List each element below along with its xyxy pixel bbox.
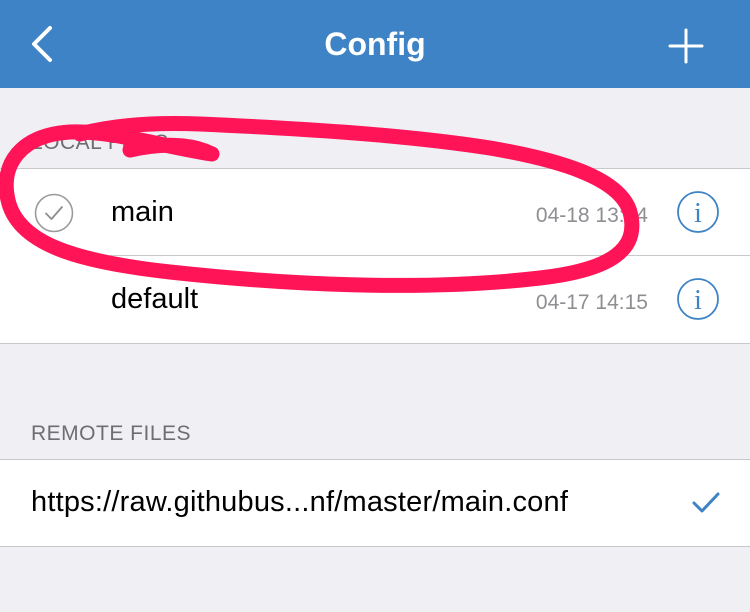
navigation-bar: Config <box>0 0 750 88</box>
info-circle-icon: i <box>677 278 719 320</box>
local-file-time: 04-17 14:15 <box>535 291 648 314</box>
remote-files-header: REMOTE FILES <box>31 422 192 445</box>
local-file-row-default[interactable]: default 04-17 14:15 i <box>0 256 750 343</box>
info-button-default[interactable]: i <box>676 277 720 321</box>
local-file-row-main[interactable]: main 04-18 13:44 i <box>0 169 750 256</box>
add-button[interactable] <box>664 24 708 68</box>
local-file-name: default <box>111 283 199 315</box>
local-file-time: 04-18 13:44 <box>535 204 648 227</box>
svg-text:i: i <box>694 198 702 229</box>
local-file-name: main <box>111 196 174 228</box>
selected-check-icon <box>34 193 74 233</box>
local-files-header: LOCAL FILES <box>31 131 169 154</box>
info-button-main[interactable]: i <box>676 190 720 234</box>
page-title: Config <box>324 26 426 62</box>
remote-file-url: https://raw.githubus...nf/master/main.co… <box>31 486 569 518</box>
checkmark-icon <box>692 492 720 513</box>
local-files-group: main 04-18 13:44 i default 04-17 14:15 i <box>0 168 750 344</box>
svg-text:i: i <box>694 285 702 316</box>
remote-file-row[interactable]: https://raw.githubus...nf/master/main.co… <box>0 460 750 546</box>
plus-icon <box>668 28 704 64</box>
info-circle-icon: i <box>677 191 719 233</box>
remote-files-group: https://raw.githubus...nf/master/main.co… <box>0 459 750 547</box>
